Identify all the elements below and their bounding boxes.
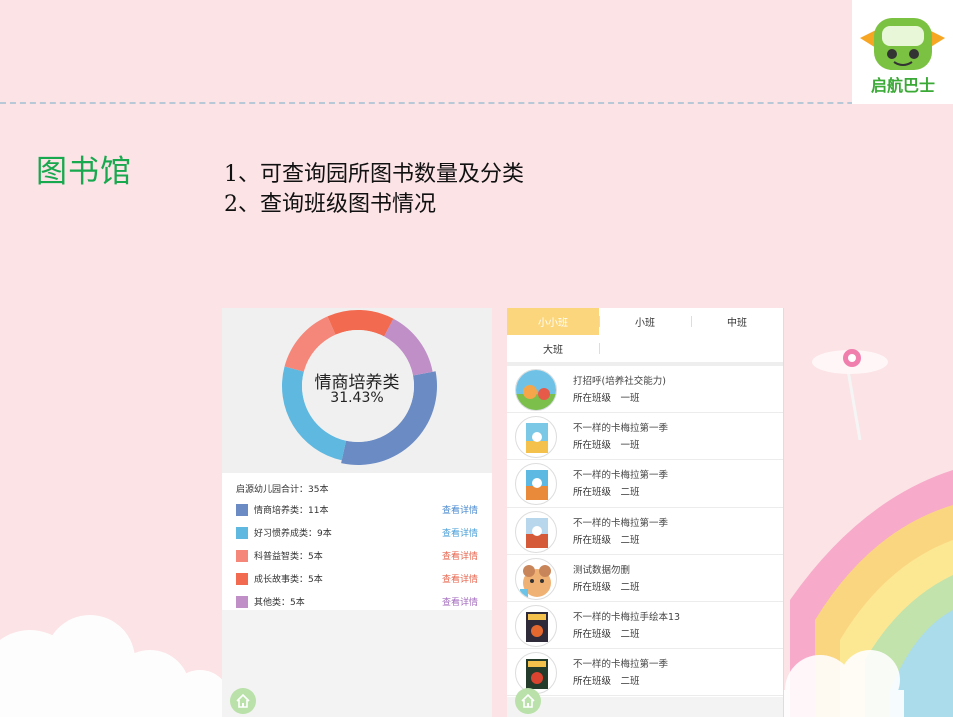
book-class: 所在班级 二班 [573,534,640,546]
book-cover [515,416,557,459]
book-item[interactable]: 测试数据勿删 所在班级 二班 [507,555,783,602]
book-cover [515,604,557,647]
feature-item: 1、可查询园所图书数量及分类 [224,162,524,187]
book-class: 所在班级 二班 [573,487,640,499]
legend-swatch [236,503,248,516]
tab-separator [599,343,600,354]
stat-row: 成长故事类：5本 查看详情 [236,567,492,590]
book-class: 所在班级 一班 [573,440,640,452]
legend-swatch [236,572,248,585]
book-cover [515,463,557,506]
tab-xiaoban[interactable]: 小班 [599,308,691,335]
stat-label: 科普益智类：5本 [254,552,323,562]
legend-swatch [236,549,248,562]
book-class: 所在班级 一班 [573,393,640,404]
stat-label: 好习惯养成类：9本 [254,529,332,539]
donut-center-percent: 31.43% [330,390,384,406]
book-item[interactable]: 不一样的卡梅拉第一季 所在班级 二班 [507,508,783,555]
library-stats-screen: 情商培养类 31.43% 启源幼儿园合计：35本 情商培养类：11本 查看详情 … [222,308,492,717]
book-item[interactable]: 不一样的卡梅拉第一季 所在班级 二班 [507,460,783,508]
class-tabs: 小小班 小班 中班 大班 [507,308,783,364]
home-button[interactable] [230,688,256,714]
book-item[interactable]: 打招呼(培养社交能力) 所在班级 一班 [507,366,783,414]
tab-daban[interactable]: 大班 [507,335,599,362]
book-cover [515,557,557,600]
book-class: 所在班级 二班 [573,628,640,640]
bottom-bar [507,697,783,717]
legend-swatch [236,526,248,539]
section-title: 图书馆 [36,154,132,190]
legend-swatch [236,595,248,608]
book-cover [515,510,557,553]
view-detail-link[interactable]: 查看详情 [442,572,478,585]
school-total: 启源幼儿园合计：35本 [236,485,329,495]
book-cover [515,652,557,695]
logo-text: 启航巴士 [870,76,935,95]
stat-row: 其他类：5本 查看详情 [236,590,492,613]
tab-xiaoxiaoban[interactable]: 小小班 [507,308,599,335]
book-item[interactable]: 不一样的卡梅拉手绘本13 所在班级 二班 [507,602,783,650]
view-detail-link[interactable]: 查看详情 [442,526,478,539]
book-item[interactable]: 不一样的卡梅拉第一季 所在班级 二班 [507,649,783,697]
class-books-screen: 小小班 小班 中班 大班 打招呼(培养社交能力) 所在班级 一班 不一样的卡梅拉… [507,308,784,717]
brand-logo: 启航巴士 [852,0,953,104]
book-class: 所在班级 二班 [573,581,640,593]
home-button[interactable] [515,688,541,714]
header-divider [0,102,953,104]
home-icon [236,693,250,708]
stat-label: 其他类：5本 [254,598,305,608]
stat-label: 情商培养类：11本 [254,506,329,516]
book-class: 所在班级 二班 [573,676,640,688]
view-detail-link[interactable]: 查看详情 [442,595,478,608]
book-title: 不一样的卡梅拉第一季 [573,470,669,482]
book-title: 测试数据勿删 [573,564,631,576]
stat-row: 好习惯养成类：9本 查看详情 [236,521,492,544]
book-item[interactable]: 不一样的卡梅拉第一季 所在班级 一班 [507,413,783,461]
book-title: 不一样的卡梅拉第一季 [573,423,669,435]
book-cover [515,369,557,411]
book-title: 不一样的卡梅拉第一季 [573,659,669,671]
stat-label: 成长故事类：5本 [254,575,323,585]
book-title: 不一样的卡梅拉手绘本13 [573,611,681,623]
view-detail-link[interactable]: 查看详情 [442,549,478,562]
stat-row: 科普益智类：5本 查看详情 [236,544,492,567]
tab-zhongban[interactable]: 中班 [691,308,783,335]
category-stats-list: 启源幼儿园合计：35本 情商培养类：11本 查看详情 好习惯养成类：9本 查看详… [222,473,492,610]
book-list: 打招呼(培养社交能力) 所在班级 一班 不一样的卡梅拉第一季 所在班级 一班 不… [507,366,783,697]
view-detail-link[interactable]: 查看详情 [442,503,478,516]
home-icon [521,693,535,708]
feature-item: 2、查询班级图书情况 [224,192,436,217]
book-title: 打招呼(培养社交能力) [573,376,666,387]
book-title: 不一样的卡梅拉第一季 [573,517,669,529]
donut-chart-area: 情商培养类 31.43% [222,308,492,473]
feature-list: 1、可查询园所图书数量及分类 2、查询班级图书情况 [224,160,524,220]
stat-row: 情商培养类：11本 查看详情 [236,498,492,521]
